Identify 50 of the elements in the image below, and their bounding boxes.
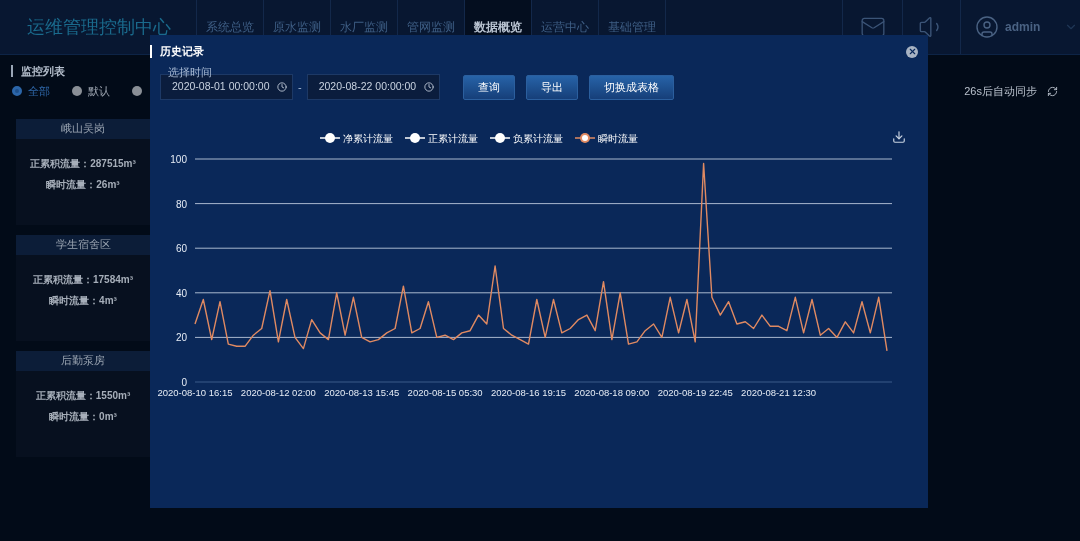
legend-item[interactable]: 正累计流量 [405,130,478,146]
card-reading: 瞬时流量：0m³ [49,409,117,424]
close-button[interactable] [906,45,918,58]
x-axis-label: 2020-08-16 19:15 [491,387,566,398]
y-axis-label: 40 [175,287,187,299]
monitor-card[interactable]: 学生宿舍区 正累积流量：17584m³ 瞬时流量：4m³ [16,234,150,341]
clock-icon[interactable] [277,82,287,92]
card-title: 峨山吴岗 [16,118,150,139]
card-reading: 正累积流量：287515m³ [30,156,136,171]
radio-button[interactable] [12,86,22,97]
x-axis-label: 2020-08-19 22:45 [657,387,733,398]
monitor-card[interactable]: 峨山吴岗 正累积流量：287515m³ 瞬时流量：26m³ [16,118,150,225]
x-axis-label: 2020-08-15 05:30 [407,387,483,398]
x-axis-label: 2020-08-10 16:15 [157,387,233,398]
y-axis-label: 80 [175,198,187,210]
y-axis-label: 20 [175,332,187,344]
sync-countdown: 26s后自动同步 [964,84,1037,99]
x-axis-label: 2020-08-13 15:45 [324,387,400,398]
x-axis-label: 2020-08-21 12:30 [741,387,817,398]
x-axis-label: 2020-08-12 02:00 [240,387,316,398]
y-axis-label: 100 [170,154,187,165]
radio-label[interactable]: 全部 [28,83,50,100]
card-reading: 瞬时流量：26m³ [46,177,120,192]
card-reading: 正累积流量：17584m³ [33,272,133,287]
card-title: 学生宿舍区 [16,234,150,255]
download-icon[interactable] [892,130,906,144]
monitor-card[interactable]: 后勤泵房 正累积流量：1550m³ 瞬时流量：0m³ [16,350,150,457]
app-title: 运维管理控制中心 [27,15,171,39]
end-date-field[interactable]: 2020-08-22 00:00:00 [306,74,440,100]
range-separator: - [298,79,302,95]
y-axis-label: 60 [175,243,187,255]
radio-label[interactable]: 默认 [88,83,110,100]
legend-item[interactable]: 净累计流量 [320,130,393,146]
action-button[interactable]: 导出 [525,74,578,100]
radio-button[interactable] [72,86,82,97]
x-axis-label: 2020-08-18 09:00 [574,387,650,398]
card-reading: 正累积流量：1550m³ [35,388,131,403]
legend-item[interactable]: 负累计流量 [490,130,563,146]
refresh-icon[interactable] [1047,85,1058,97]
y-axis-label: 0 [181,377,187,388]
action-button[interactable]: 切换成表格 [588,74,674,100]
radio-button[interactable] [132,86,142,97]
avatar-icon[interactable] [975,15,999,39]
section-title: 监控列表 [11,65,65,77]
clock-icon[interactable] [423,82,434,92]
legend-item[interactable]: 瞬时流量 [575,130,638,146]
card-reading: 瞬时流量：4m³ [49,293,117,308]
dialog-title: 历史记录 [150,45,204,58]
action-button[interactable]: 查询 [462,74,515,100]
card-title: 后勤泵房 [16,350,150,371]
